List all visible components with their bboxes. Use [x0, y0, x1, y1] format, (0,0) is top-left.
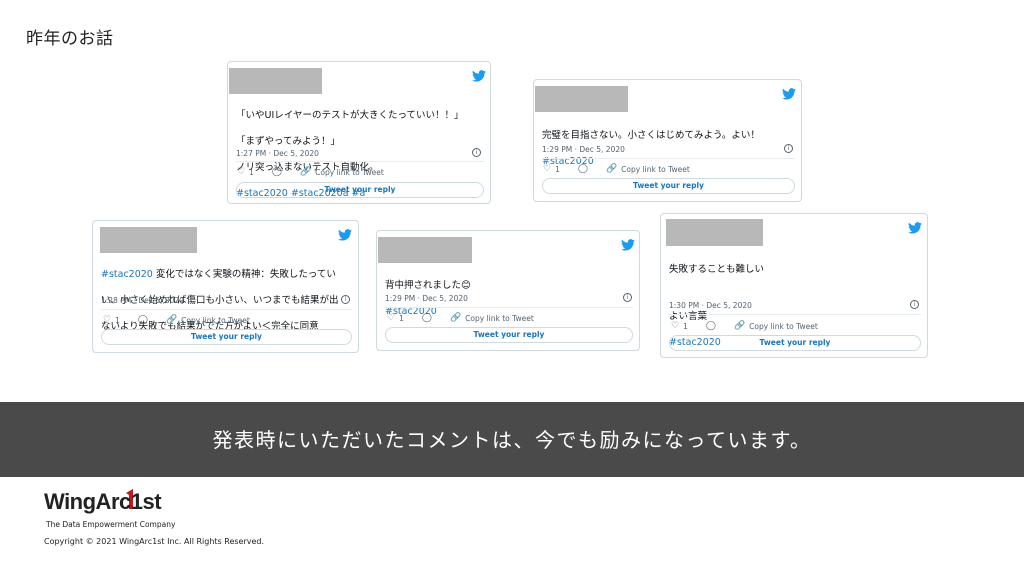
tweet-card: 完璧を目指さない。小さくはじめてみよう。よい！ #stac2020 1:29 P…	[533, 79, 802, 202]
link-icon[interactable]: 🔗	[606, 164, 617, 174]
divider	[542, 158, 795, 159]
reply-icon[interactable]: ◯	[138, 315, 148, 325]
heart-icon[interactable]: ♡	[237, 167, 245, 177]
copy-link-button[interactable]: Copy link to Tweet	[181, 316, 250, 325]
tweet-timestamp[interactable]: 1:30 PM · Dec 5, 2020	[669, 301, 752, 310]
twitter-bird-icon[interactable]	[338, 229, 352, 241]
info-icon[interactable]: i	[910, 300, 919, 309]
tweet-reply-button[interactable]: Tweet your reply	[236, 182, 484, 198]
logo-name: WingArc1st	[44, 489, 162, 514]
logo-tagline: The Data Empowerment Company	[46, 520, 176, 529]
copy-link-button[interactable]: Copy link to Tweet	[465, 314, 534, 323]
tweet-line: 背中押されました😊	[385, 280, 471, 291]
redacted-username	[229, 68, 322, 94]
copy-link-button[interactable]: Copy link to Tweet	[749, 322, 818, 331]
like-count: 1	[399, 313, 404, 323]
tweet-timestamp[interactable]: 1:29 PM · Dec 5, 2020	[542, 145, 625, 154]
tweet-card: #stac2020 変化ではなく実験の精神：失敗したってい い、小さく始めれば傷…	[92, 220, 359, 353]
link-icon[interactable]: 🔗	[166, 315, 177, 325]
copy-link-button[interactable]: Copy link to Tweet	[621, 165, 690, 174]
divider	[101, 309, 352, 310]
heart-icon[interactable]: ♡	[103, 315, 111, 325]
heart-icon[interactable]: ♡	[387, 313, 395, 323]
banner-text: 発表時にいただいたコメントは、今でも励みになっています。	[212, 428, 812, 452]
copyright-text: Copyright © 2021 WingArc1st Inc. All Rig…	[44, 537, 265, 546]
heart-icon[interactable]: ♡	[671, 321, 679, 331]
reply-icon[interactable]: ◯	[578, 164, 588, 174]
tweet-reply-button[interactable]: Tweet your reply	[101, 329, 352, 345]
redacted-username	[535, 86, 628, 112]
tweet-line: 完璧を目指さない。小さくはじめてみよう。よい！	[542, 130, 760, 141]
info-icon[interactable]: i	[472, 148, 481, 157]
tweet-line: 「いやUIレイヤーのテストが大きくたっていい！！」	[236, 110, 464, 121]
link-icon[interactable]: 🔗	[734, 321, 745, 331]
tweet-reply-button[interactable]: Tweet your reply	[385, 327, 633, 343]
tweet-line-text: 変化ではなく実験の精神：失敗したってい	[152, 269, 336, 280]
tweet-card: 「いやUIレイヤーのテストが大きくたっていい！！」 「まずやってみよう！」 ノリ…	[227, 61, 491, 204]
tweet-timestamp[interactable]: 1:27 PM · Dec 5, 2020	[236, 149, 319, 158]
reply-icon[interactable]: ◯	[422, 313, 432, 323]
tweet-line: 「まずやってみよう！」	[236, 136, 341, 147]
like-count: 1	[115, 315, 120, 325]
like-count: 1	[249, 167, 254, 177]
like-count: 1	[683, 321, 688, 331]
info-icon[interactable]: i	[784, 144, 793, 153]
info-icon[interactable]: i	[341, 295, 350, 304]
divider	[669, 314, 921, 315]
tweet-actions: ♡ 1 ◯ 🔗 Copy link to Tweet	[103, 315, 250, 325]
tweet-line: 失敗することも難しい	[669, 264, 765, 275]
tweet-reply-button[interactable]: Tweet your reply	[669, 335, 921, 351]
heart-icon[interactable]: ♡	[543, 164, 551, 174]
copy-link-button[interactable]: Copy link to Tweet	[315, 168, 384, 177]
divider	[385, 307, 633, 308]
tweet-actions: ♡ 1 ◯ 🔗 Copy link to Tweet	[543, 164, 690, 174]
comment-banner: 発表時にいただいたコメントは、今でも励みになっています。	[0, 402, 1024, 477]
redacted-username	[100, 227, 197, 253]
tweet-actions: ♡ 1 ◯ 🔗 Copy link to Tweet	[671, 321, 818, 331]
divider	[236, 161, 484, 162]
tweet-actions: ♡ 1 ◯ 🔗 Copy link to Tweet	[387, 313, 534, 323]
reply-icon[interactable]: ◯	[272, 167, 282, 177]
twitter-bird-icon[interactable]	[472, 70, 486, 82]
reply-icon[interactable]: ◯	[706, 321, 716, 331]
tweet-card: 背中押されました😊 #stac2020 1:29 PM · Dec 5, 202…	[376, 230, 640, 351]
redacted-username	[378, 237, 472, 263]
tweet-actions: ♡ 1 ◯ 🔗 Copy link to Tweet	[237, 167, 384, 177]
tweet-timestamp[interactable]: 1:28 PM · Dec 5, 2020	[101, 296, 184, 305]
redacted-username	[666, 219, 763, 246]
tweet-card: 失敗することも難しい よい言葉 #stac2020 1:30 PM · Dec …	[660, 213, 928, 358]
link-icon[interactable]: 🔗	[450, 313, 461, 323]
twitter-bird-icon[interactable]	[908, 222, 922, 234]
tweet-timestamp[interactable]: 1:29 PM · Dec 5, 2020	[385, 294, 468, 303]
like-count: 1	[555, 164, 560, 174]
twitter-bird-icon[interactable]	[621, 239, 635, 251]
link-icon[interactable]: 🔗	[300, 167, 311, 177]
slide-title: 昨年のお話	[26, 29, 114, 49]
info-icon[interactable]: i	[623, 293, 632, 302]
tweet-line: #stac2020 変化ではなく実験の精神：失敗したってい	[101, 268, 355, 281]
twitter-bird-icon[interactable]	[782, 88, 796, 100]
tweet-reply-button[interactable]: Tweet your reply	[542, 178, 795, 194]
hashtag-link[interactable]: #stac2020	[101, 269, 153, 280]
